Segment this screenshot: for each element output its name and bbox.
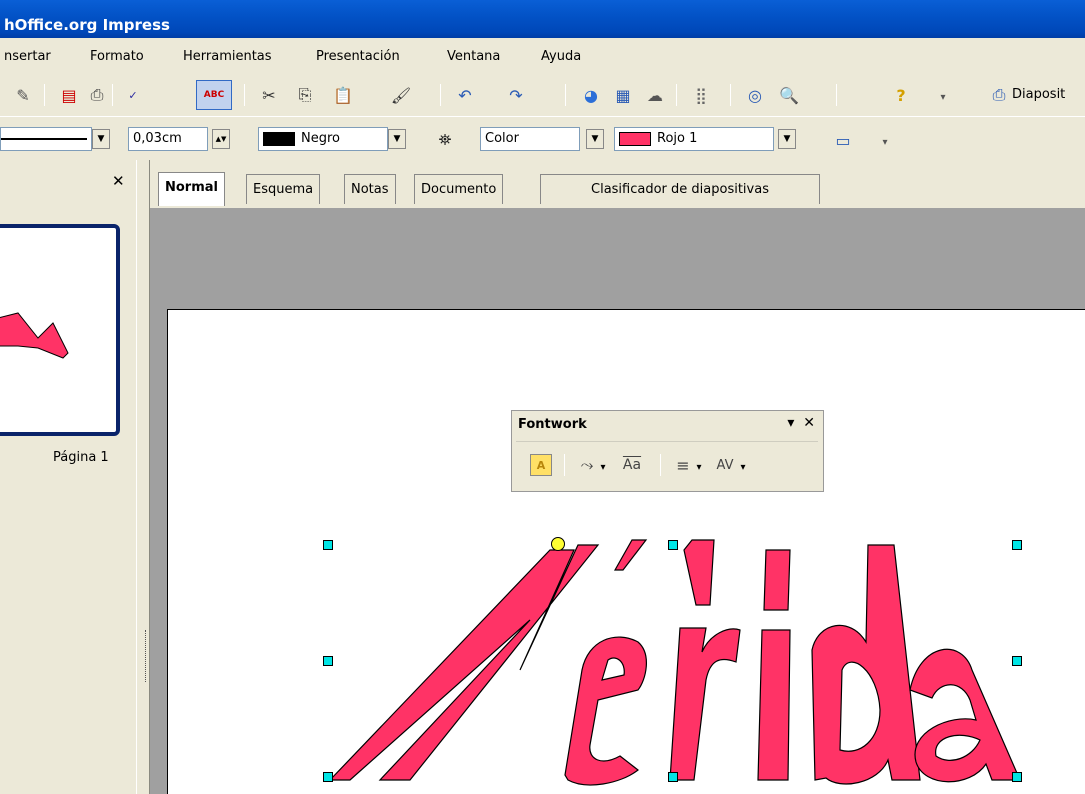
separator [564, 454, 565, 476]
line-color-dropdown[interactable]: ▼ [388, 129, 406, 149]
slide-thumbnail[interactable] [0, 224, 120, 436]
page-label: Página 1 [53, 450, 109, 465]
paste-icon[interactable]: 📋 [332, 84, 354, 106]
toolbar-options-icon[interactable]: ▾ [880, 131, 890, 153]
line-color-label: Negro [301, 131, 340, 146]
tab-notas[interactable]: Notas [344, 174, 396, 204]
table-icon[interactable]: ▦ [612, 84, 634, 106]
fontwork-window-controls: ▾ ✕ [787, 415, 815, 431]
separator [44, 84, 45, 106]
separator [112, 84, 113, 106]
line-width-field[interactable]: 0,03cm [128, 127, 208, 151]
selection-handle-bottom-left[interactable] [323, 772, 333, 782]
separator [730, 84, 731, 106]
thumbnail-wordart [0, 312, 69, 359]
slides-pane: ✕ Página 1 [0, 160, 136, 794]
fontwork-spacing-dropdown-icon[interactable]: ▾ [738, 456, 748, 478]
selection-handle-bottom-center[interactable] [668, 772, 678, 782]
zoom-icon[interactable]: 🔍 [778, 84, 800, 106]
title-bar: hOffice.org Impress [0, 0, 1085, 38]
shadow-icon[interactable]: ▭ [832, 129, 854, 151]
spellcheck-icon[interactable]: ✓ [122, 84, 144, 106]
tab-normal[interactable]: Normal [158, 172, 225, 206]
separator [565, 84, 566, 106]
wordart-merida[interactable] [320, 530, 1030, 794]
line-color-select[interactable]: Negro [258, 127, 388, 151]
insert-object-icon[interactable]: ☁ [644, 84, 666, 106]
splitter-grip[interactable] [145, 630, 147, 682]
menu-insertar[interactable]: nsertar [4, 49, 51, 64]
line-style-dropdown[interactable]: ▼ [92, 129, 110, 149]
fontwork-alignment-dropdown-icon[interactable]: ▾ [694, 456, 704, 478]
autospellcheck-icon[interactable]: ABC [196, 80, 232, 110]
edit-file-icon[interactable]: ✎ [12, 84, 34, 106]
selection-handle-bottom-right[interactable] [1012, 772, 1022, 782]
separator [660, 454, 661, 476]
tab-clasificador[interactable]: Clasificador de diapositivas [540, 174, 820, 204]
area-style-select[interactable]: Color [480, 127, 580, 151]
selection-handle-middle-left[interactable] [323, 656, 333, 666]
fontwork-tools: A ⤳ ▾ Aa ≡ ▾ AV ▾ [516, 441, 818, 487]
grid-icon[interactable]: ⣿ [690, 84, 712, 106]
tab-esquema[interactable]: Esquema [246, 174, 321, 204]
wordart-adjust-handle[interactable] [551, 537, 565, 551]
close-pane-icon[interactable]: ✕ [112, 172, 125, 190]
tab-documento[interactable]: Documento [414, 174, 504, 204]
selection-handle-top-left[interactable] [323, 540, 333, 550]
separator [676, 84, 677, 106]
help-icon[interactable]: ? [890, 84, 912, 106]
area-style-dropdown[interactable]: ▼ [586, 129, 604, 149]
menu-presentacion[interactable]: Presentación [316, 49, 400, 64]
selection-handle-top-center[interactable] [668, 540, 678, 550]
fontwork-shape-dropdown-icon[interactable]: ▾ [598, 456, 608, 478]
slide-button-label[interactable]: Diaposit [1012, 87, 1065, 102]
line-style-select[interactable] [0, 127, 92, 151]
negro-swatch [263, 131, 295, 146]
rojo1-swatch [619, 131, 651, 146]
navigator-icon[interactable]: ◎ [744, 84, 766, 106]
new-slide-icon[interactable]: ⎙ [988, 84, 1010, 106]
fontwork-gallery-icon[interactable]: A [530, 454, 552, 476]
menu-formato[interactable]: Formato [90, 49, 144, 64]
separator [440, 84, 441, 106]
area-color-select[interactable]: Rojo 1 [614, 127, 774, 151]
fontwork-title: Fontwork [518, 417, 587, 432]
fontwork-menu-icon[interactable]: ▾ [787, 415, 794, 431]
undo-icon[interactable]: ↶ [454, 84, 476, 106]
print-icon[interactable]: ⎙ [86, 84, 108, 106]
selection-handle-top-right[interactable] [1012, 540, 1022, 550]
selection-handle-middle-right[interactable] [1012, 656, 1022, 666]
fontwork-spacing-icon[interactable]: AV [714, 454, 736, 476]
menu-ayuda[interactable]: Ayuda [541, 49, 581, 64]
area-color-dropdown[interactable]: ▼ [778, 129, 796, 149]
fontwork-alignment-icon[interactable]: ≡ [672, 454, 694, 476]
line-width-spinner[interactable]: ▲▼ [212, 129, 230, 149]
separator [244, 84, 245, 106]
format-paintbrush-icon[interactable]: 🖌 [390, 84, 412, 106]
menu-bar: nsertar Formato Herramientas Presentació… [0, 42, 1085, 72]
fontwork-toolbar: Fontwork ▾ ✕ A ⤳ ▾ Aa ≡ ▾ AV ▾ [511, 410, 824, 492]
line-style-preview [1, 138, 87, 140]
area-fill-icon[interactable]: ⛯ [434, 129, 456, 151]
standard-toolbar: ✎ ▤ ⎙ ✓ ABC ✂ ⎘ 📋 🖌 ↶ ↷ ◕ ▦ ☁ ⣿ ◎ 🔍 ? ▾ … [0, 72, 1085, 116]
pane-splitter[interactable] [136, 160, 150, 794]
line-and-filling-toolbar: ▼ 0,03cm ▲▼ Negro ▼ ⛯ Color ▼ Rojo 1 ▼ ▭… [0, 116, 1085, 160]
menu-ventana[interactable]: Ventana [447, 49, 500, 64]
menu-herramientas[interactable]: Herramientas [183, 49, 272, 64]
copy-icon[interactable]: ⎘ [294, 84, 316, 106]
fontwork-close-icon[interactable]: ✕ [803, 415, 815, 431]
window-title: hOffice.org Impress [4, 16, 170, 34]
separator [836, 84, 837, 106]
toolbar-options-icon[interactable]: ▾ [938, 86, 948, 108]
view-tabs: Normal Esquema Notas Documento Clasifica… [150, 160, 1085, 208]
cut-icon[interactable]: ✂ [258, 84, 280, 106]
fontwork-same-height-icon[interactable]: Aa [616, 454, 648, 476]
chart-icon[interactable]: ◕ [580, 84, 602, 106]
area-color-label: Rojo 1 [657, 131, 698, 146]
fontwork-shape-icon[interactable]: ⤳ [576, 454, 598, 476]
export-pdf-icon[interactable]: ▤ [58, 84, 80, 106]
redo-icon[interactable]: ↷ [505, 84, 527, 106]
